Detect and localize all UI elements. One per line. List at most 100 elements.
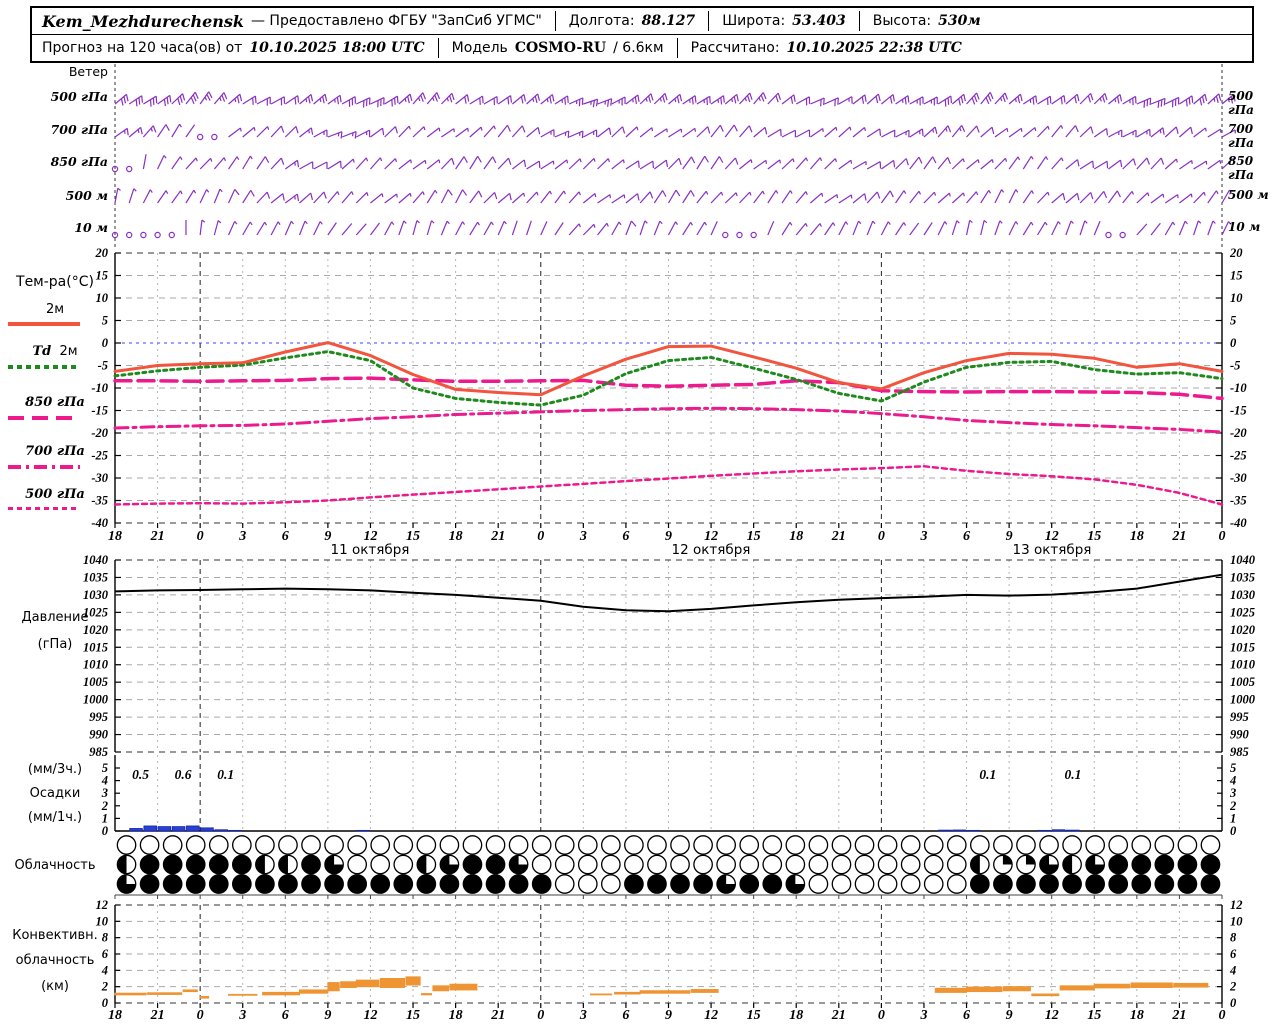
wind-barb-feather: [746, 95, 751, 103]
wind-barb-half-feather: [1047, 191, 1050, 196]
pressure-axis-label-left: 1005: [83, 675, 108, 689]
wind-barb-feather: [1149, 98, 1152, 106]
wind-barb-half-feather: [1000, 97, 1003, 102]
wind-barb-staff: [668, 128, 682, 138]
wind-barb-feather: [607, 99, 610, 107]
wind-barb-staff: [1037, 125, 1049, 138]
wind-barb-feather: [958, 98, 961, 106]
wind-barb-feather: [208, 91, 213, 99]
wind-level-label-500hpa-right: 500 гПа: [1228, 89, 1254, 117]
wind-barb-staff: [1051, 221, 1059, 236]
wind-barb-feather: [177, 98, 181, 106]
pressure-axis-label-left: 1040: [83, 553, 109, 567]
wind-barb-staff: [625, 220, 632, 236]
wind-barb-staff: [1065, 220, 1072, 236]
wind-barb-staff: [1108, 129, 1123, 138]
legend-line-t2m: [8, 322, 80, 326]
convective-cloud-bar: [589, 993, 613, 996]
wind-barb-staff: [994, 189, 1003, 204]
wind-barb-half-feather: [594, 193, 597, 198]
wind-barb-half-feather: [578, 223, 581, 228]
wind-barb-staff: [937, 157, 949, 170]
wind-barb-staff: [199, 220, 203, 236]
wind-barb-half-feather: [933, 192, 937, 196]
precip-amount-label: 0.5: [132, 767, 149, 782]
pressure-axis-label-right: 995: [1230, 710, 1249, 724]
convective-title-1: Конвективн.: [12, 928, 98, 943]
wind-barb-staff: [370, 127, 383, 138]
wind-barb-feather: [340, 161, 342, 169]
hour-label-bottom: 9: [665, 1008, 672, 1023]
temperature-section-title: Тем-ра(°C): [16, 274, 94, 290]
wind-barb-staff: [554, 159, 568, 170]
wind-barb-half-feather: [607, 158, 610, 163]
wind-barb-half-feather: [903, 222, 907, 226]
wind-barb-staff: [213, 220, 219, 236]
wind-barb-staff: [1093, 191, 1105, 204]
temp-axis-label-right: 0: [1230, 336, 1237, 350]
wind-barb-staff: [994, 157, 1006, 170]
wind-barb-half-feather: [1047, 126, 1050, 130]
wind-barb-half-feather: [422, 191, 425, 196]
wind-barb-feather: [239, 94, 243, 102]
convective-cloud-bar: [327, 982, 340, 992]
wind-barb-feather: [734, 157, 739, 165]
wind-barb-feather: [879, 128, 882, 136]
wind-barb-staff: [227, 189, 236, 204]
wind-barb-feather: [520, 96, 524, 104]
wind-barb-feather: [494, 192, 498, 200]
precip-bar: [186, 825, 200, 832]
wind-barb-feather: [676, 96, 680, 104]
wind-barb-staff: [284, 221, 292, 236]
wind-barb-half-feather: [1044, 221, 1048, 226]
wind-barb-staff: [724, 157, 736, 170]
pressure-axis-label-right: 1020: [1230, 623, 1256, 637]
wind-barb-staff: [384, 158, 396, 170]
wind-barb-feather: [310, 127, 314, 135]
wind-barb-staff: [270, 96, 285, 105]
wind-barb-feather: [722, 95, 725, 103]
wind-barb-half-feather: [988, 190, 992, 194]
temp-axis-label-right: -30: [1230, 471, 1247, 485]
wind-barb-half-feather: [431, 220, 435, 224]
wind-barb-half-feather: [1099, 97, 1102, 102]
wind-barb-feather: [466, 94, 470, 102]
wind-barb-feather: [622, 126, 626, 134]
hour-label-mid: 18: [1130, 529, 1144, 544]
wind-barb-staff: [554, 222, 564, 236]
wind-barb-feather: [538, 161, 541, 169]
wind-barb-feather: [135, 99, 138, 107]
wind-barb-staff: [554, 190, 565, 204]
wind-barb-staff: [639, 220, 646, 236]
wind-barb-feather: [592, 100, 596, 108]
wind-barb-staff: [341, 130, 357, 138]
wind-barb-half-feather: [438, 127, 441, 132]
wind-barb-half-feather: [423, 126, 426, 131]
wind-barb-staff: [966, 159, 979, 170]
wind-barb-half-feather: [418, 97, 421, 102]
wind-barb-staff: [455, 156, 465, 170]
wind-barb-staff: [511, 125, 523, 138]
wind-barb-feather: [396, 96, 399, 104]
wind-barb-staff: [696, 155, 706, 170]
wind-barb-staff: [639, 127, 653, 138]
wind-barb-feather: [991, 127, 995, 135]
wind-barb-feather: [907, 95, 910, 103]
wind-barb-staff: [1136, 157, 1148, 170]
wind-barb-half-feather: [391, 221, 395, 226]
wind-barb-feather: [1199, 98, 1203, 106]
wind-barb-half-feather: [179, 190, 183, 195]
wind-barb-feather: [690, 190, 695, 197]
wind-barb-feather: [1201, 96, 1205, 104]
wind-barb-half-feather: [404, 98, 407, 103]
wind-barb-half-feather: [219, 97, 222, 102]
wind-barb-half-feather: [409, 193, 412, 197]
wind-barb-staff: [852, 193, 866, 204]
wind-barb-half-feather: [744, 97, 747, 102]
wind-barb-feather: [889, 190, 894, 198]
wind-barb-feather: [718, 156, 724, 163]
wind-barb-feather: [947, 157, 951, 165]
hour-label-bottom: 21: [831, 1008, 846, 1023]
wind-barb-half-feather: [210, 158, 213, 162]
cloud-half-fill: [970, 855, 980, 874]
